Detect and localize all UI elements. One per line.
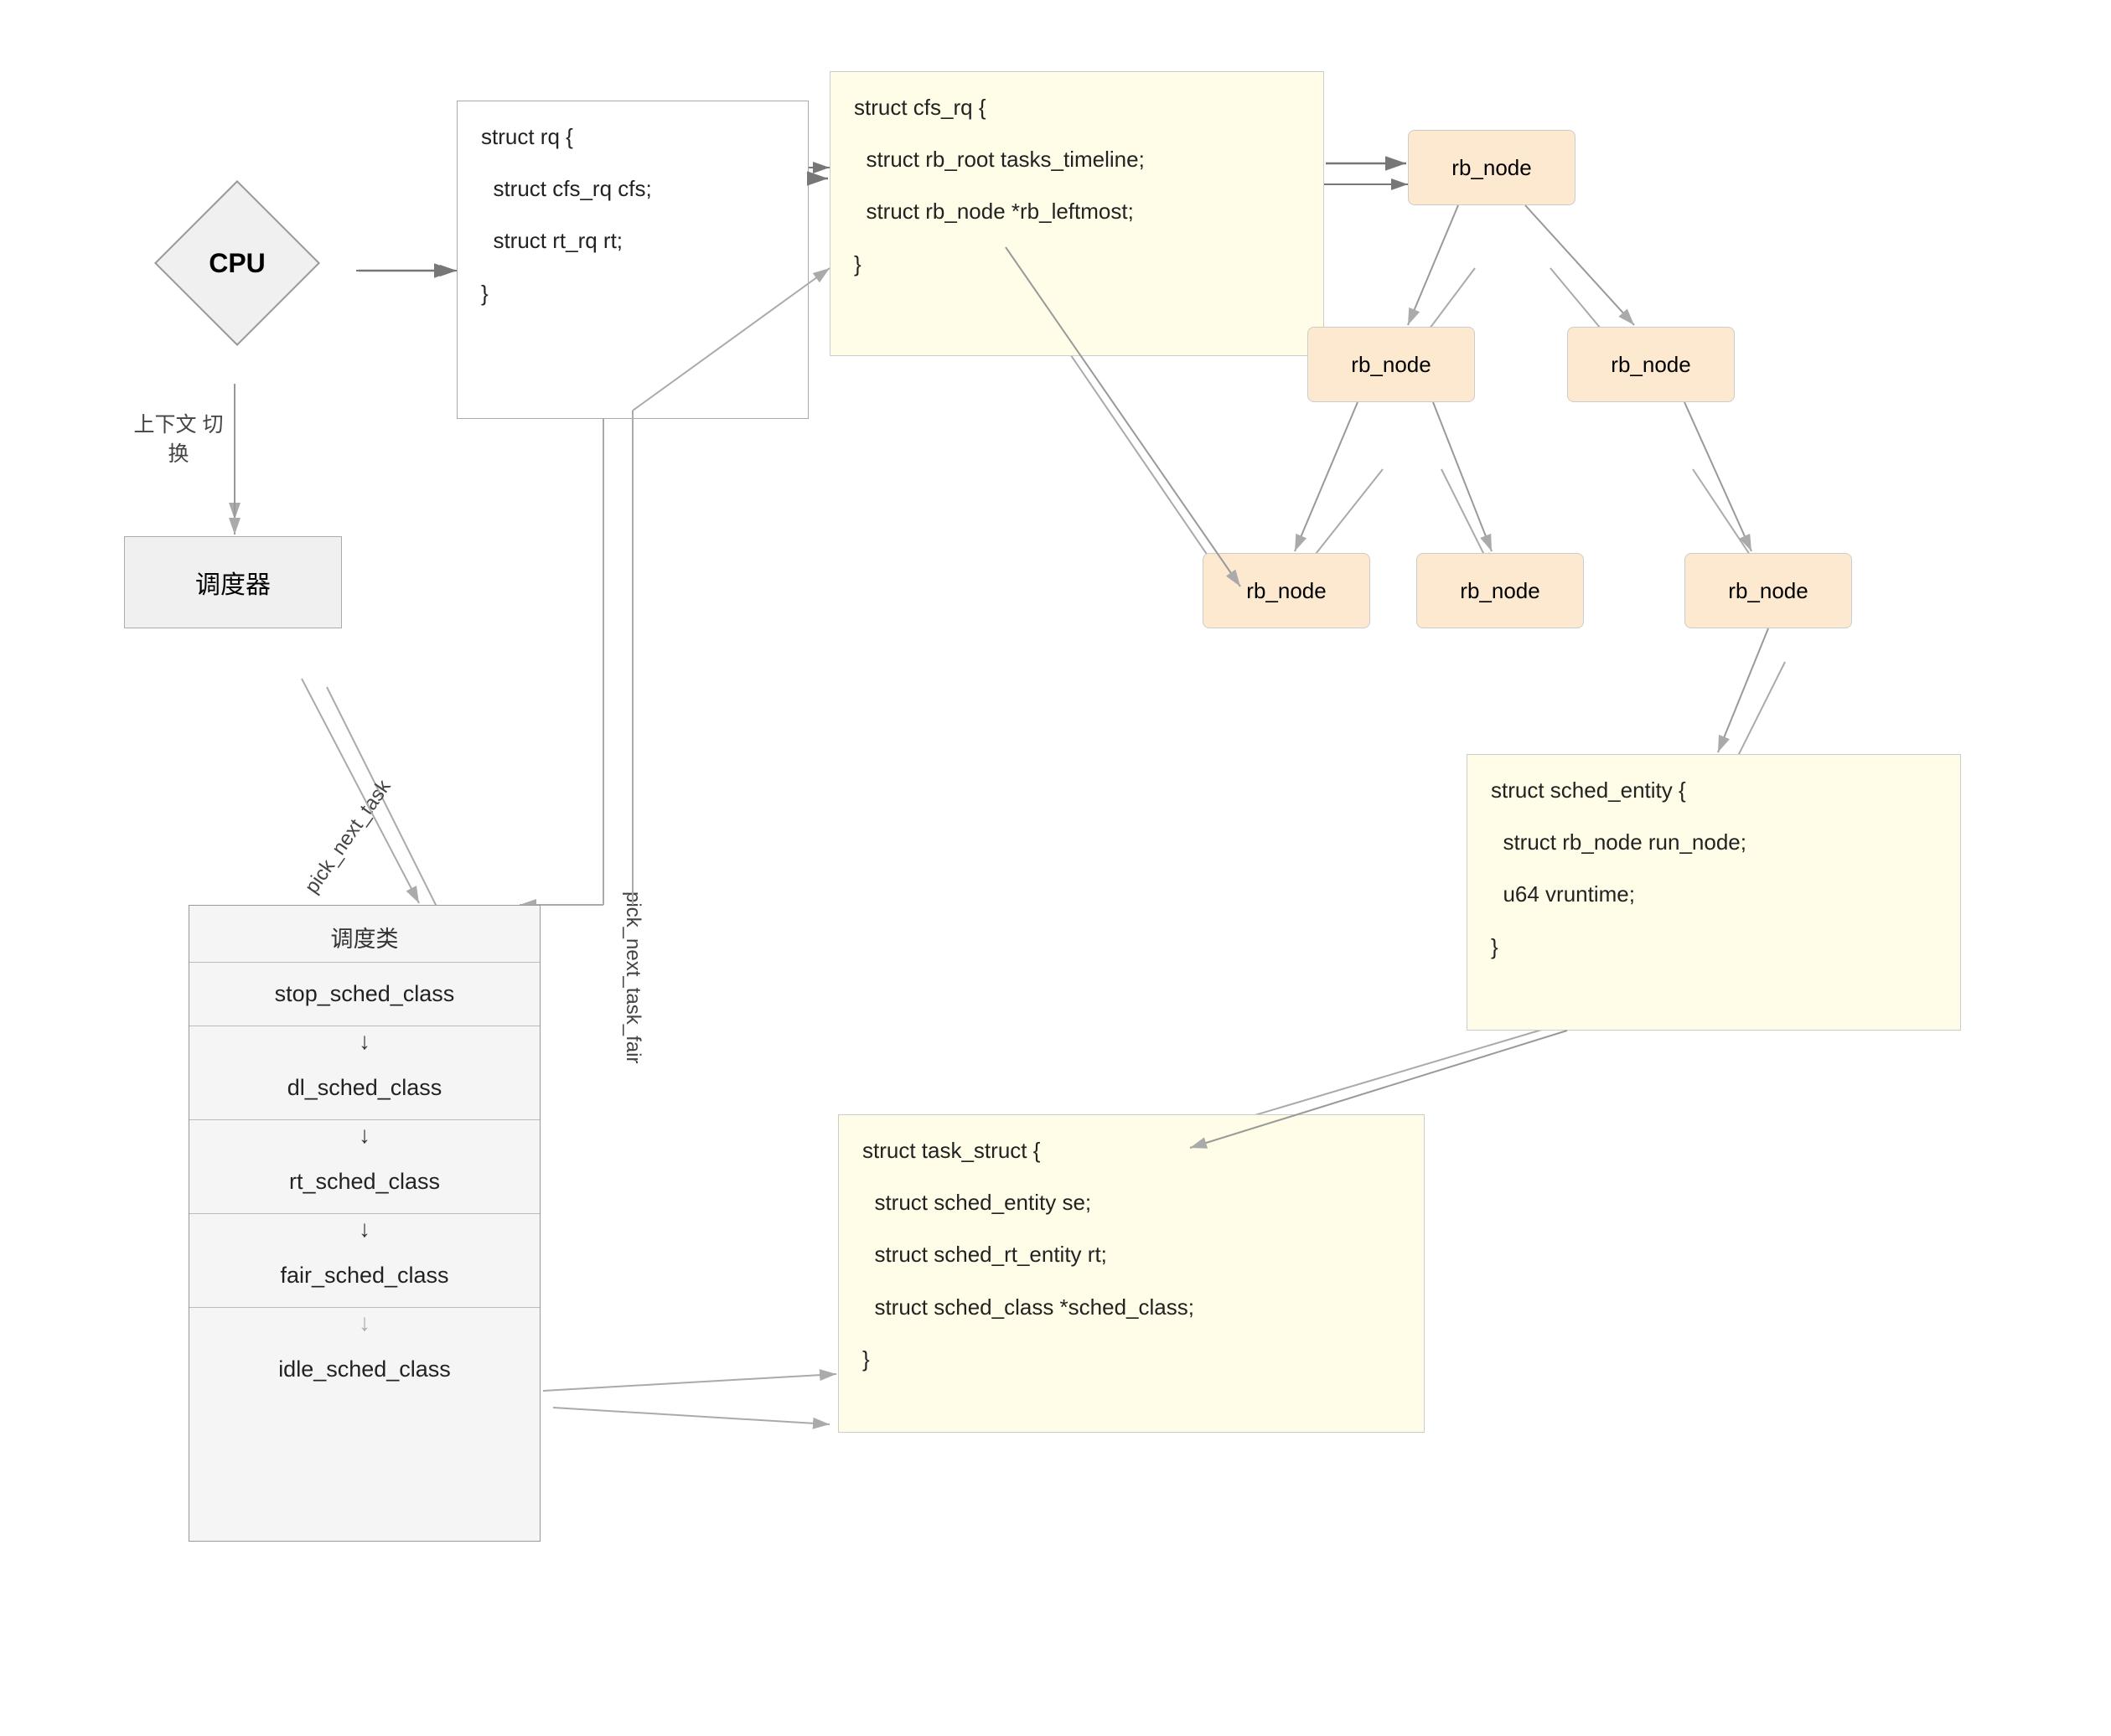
struct-rq-line2: struct rt_rq rt; [481, 222, 784, 259]
ts-line4: } [862, 1341, 1400, 1377]
ts-line1: struct sched_entity se; [862, 1184, 1400, 1221]
rb-node-lr: rb_node [1416, 553, 1584, 628]
cpu-label: CPU [209, 248, 266, 279]
cfs-rq-line1: struct rb_root tasks_timeline; [854, 141, 1300, 178]
ts-line0: struct task_struct { [862, 1132, 1400, 1169]
struct-rq-box: struct rq { struct cfs_rq cfs; struct rt… [457, 101, 809, 419]
cpu-diamond: CPU [116, 142, 359, 385]
struct-rq-line3: } [481, 275, 784, 312]
sched-class-idle: idle_sched_class [189, 1338, 540, 1401]
sched-class-stop: stop_sched_class [189, 963, 540, 1026]
arrow-stop-dl: ↓ [189, 1026, 540, 1057]
sched-class-dl: dl_sched_class [189, 1057, 540, 1120]
se-line1: struct rb_node run_node; [1491, 824, 1937, 860]
scheduler-box: 调度器 [124, 536, 342, 628]
struct-rq-line1: struct cfs_rq cfs; [481, 170, 784, 207]
ts-line2: struct sched_rt_entity rt; [862, 1236, 1400, 1273]
struct-task-struct-box: struct task_struct { struct sched_entity… [838, 1114, 1425, 1433]
arrow-rt-fair: ↓ [189, 1214, 540, 1244]
cfs-rq-line0: struct cfs_rq { [854, 89, 1300, 126]
cfs-rq-line2: struct rb_node *rb_leftmost; [854, 193, 1300, 230]
sched-class-list-box: 调度类 stop_sched_class ↓ dl_sched_class ↓ … [189, 905, 541, 1542]
context-switch-label: 上下文 切换 [124, 411, 233, 469]
rb-node-right: rb_node [1567, 327, 1735, 402]
rb-node-ll: rb_node [1203, 553, 1370, 628]
diagram-container: CPU 上下文 切换 调度器 pick_next_task pick_next_… [0, 0, 2111, 1736]
cfs-rq-line3: } [854, 245, 1300, 282]
struct-rq-line0: struct rq { [481, 118, 784, 155]
ts-line3: struct sched_class *sched_class; [862, 1289, 1400, 1325]
scheduler-label: 调度器 [195, 564, 271, 601]
pick-next-task-label: pick_next_task [301, 776, 396, 898]
rb-node-rr: rb_node [1684, 553, 1852, 628]
struct-sched-entity-box: struct sched_entity { struct rb_node run… [1467, 754, 1961, 1031]
se-line0: struct sched_entity { [1491, 772, 1937, 809]
sched-class-rt: rt_sched_class [189, 1150, 540, 1214]
pick-next-task-fair-label: pick_next_task_fair [621, 891, 644, 1063]
se-line2: u64 vruntime; [1491, 876, 1937, 912]
rb-node-left: rb_node [1307, 327, 1475, 402]
sched-class-fair: fair_sched_class [189, 1244, 540, 1308]
arrow-dl-rt: ↓ [189, 1120, 540, 1150]
sched-class-title: 调度类 [189, 906, 540, 963]
se-line3: } [1491, 928, 1937, 965]
struct-cfs-rq-box: struct cfs_rq { struct rb_root tasks_tim… [830, 71, 1324, 356]
arrow-fair-idle: ↓ [189, 1308, 540, 1338]
rb-node-root: rb_node [1408, 130, 1575, 205]
